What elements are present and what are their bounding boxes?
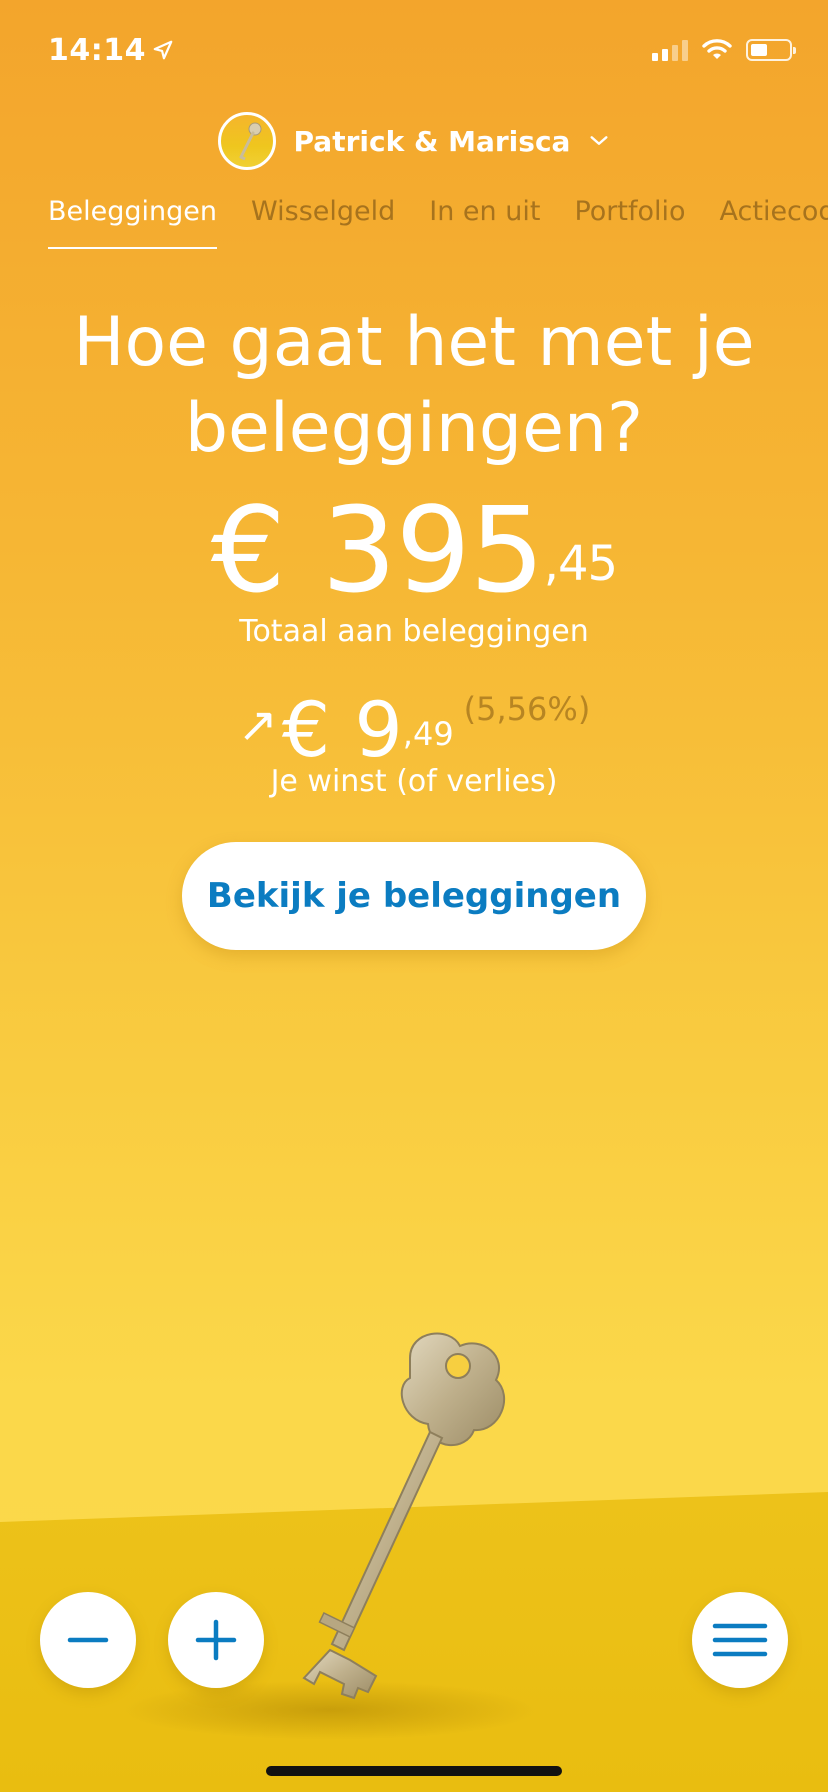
headline-line-2: beleggingen? [184,389,644,468]
headline-line-1: Hoe gaat het met je [73,303,755,382]
total-amount: € 395,45 [0,490,828,610]
tab-wisselgeld[interactable]: Wisselgeld [251,196,395,249]
total-amount-label: Totaal aan beleggingen [239,614,589,649]
view-investments-button[interactable]: Bekijk je beleggingen [182,842,646,950]
clock: 14:14 [48,32,146,68]
status-bar: 14:14 [48,30,796,70]
status-indicators [652,39,796,61]
gain-value: € 9,49 [282,690,454,770]
avatar [217,112,276,170]
tab-in-en-uit[interactable]: In en uit [429,196,540,249]
deposit-button[interactable] [168,1592,264,1688]
tab-portfolio[interactable]: Portfolio [574,196,685,249]
trend-up-arrow-icon: ↗ [237,697,278,753]
menu-button[interactable] [692,1592,788,1688]
withdraw-button[interactable] [40,1592,136,1688]
plus-icon [195,1619,237,1661]
wifi-icon [702,39,732,59]
tab-beleggingen[interactable]: Beleggingen [48,196,218,249]
account-name: Patrick & Marisca [293,124,571,158]
chevron-down-icon [590,136,608,145]
account-switcher[interactable]: Patrick & Marisca [0,112,828,170]
total-amount-cents: ,45 [543,536,618,592]
gain-amount: ↗ € 9,49 (5,56%) [0,690,828,770]
key-illustration [302,1332,506,1700]
gain-value-main: € 9 [281,685,403,774]
page-title: Hoe gaat het met je beleggingen? [0,300,828,472]
status-time: 14:14 [48,33,174,68]
location-icon [153,40,173,60]
gain-label: Je winst (of verlies) [270,764,558,799]
battery-icon [746,39,796,61]
hamburger-menu-icon [712,1623,768,1657]
gain-percentage: (5,56%) [463,690,591,728]
tab-actiecode[interactable]: Actiecode [720,196,828,249]
gain-value-cents: ,49 [402,715,454,753]
tab-bar: Beleggingen Wisselgeld In en uit Portfol… [48,196,828,249]
key-avatar-icon [239,122,262,161]
app-screen: 14:14 Patrick & Marisca Beleggingen Wiss… [0,0,828,1792]
home-indicator[interactable] [266,1766,562,1776]
total-amount-main: € 395 [210,481,545,619]
minus-icon [67,1637,109,1643]
signal-icon [652,39,688,61]
